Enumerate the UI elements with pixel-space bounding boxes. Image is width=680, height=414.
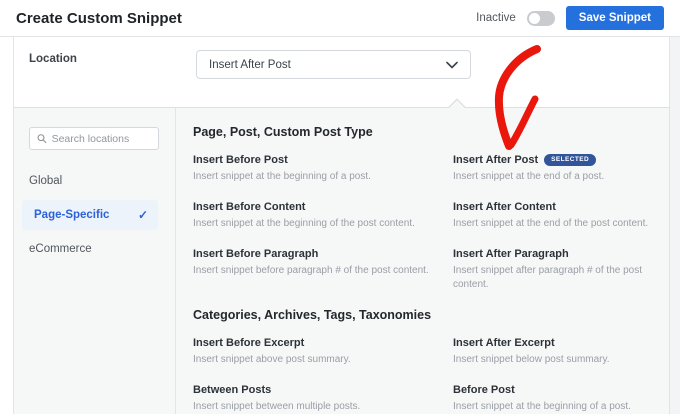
location-row: Location Insert After Post — [14, 37, 669, 107]
location-option-insert-after-post[interactable]: Insert After Post SELECTED Insert snippe… — [453, 153, 669, 184]
options-grid: Insert Before Post Insert snippet at the… — [193, 153, 669, 292]
option-description: Insert snippet before paragraph # of the… — [193, 265, 429, 276]
toggle-knob-icon — [528, 12, 540, 24]
status-toggle[interactable] — [526, 10, 555, 26]
sidebar-item-ecommerce[interactable]: eCommerce — [14, 234, 175, 264]
location-option-insert-before-content[interactable]: Insert Before Content Insert snippet at … — [193, 200, 453, 231]
sidebar-item-global[interactable]: Global — [14, 166, 175, 196]
snippet-form-panel: Location Insert After Post Search locati… — [13, 37, 670, 414]
wpcode-snippet-editor: Create Custom Snippet Inactive Save Snip… — [0, 0, 680, 414]
location-option-insert-after-content[interactable]: Insert After Content Insert snippet at t… — [453, 200, 669, 231]
option-description: Insert snippet between multiple posts. — [193, 401, 361, 412]
check-icon: ✓ — [137, 208, 148, 222]
location-option-insert-before-paragraph[interactable]: Insert Before Paragraph Insert snippet b… — [193, 247, 453, 292]
page-background — [670, 37, 680, 414]
location-select[interactable]: Insert After Post — [196, 50, 471, 79]
option-title: Insert After Content — [453, 201, 556, 213]
location-select-value: Insert After Post — [209, 58, 291, 71]
chevron-down-icon — [446, 61, 458, 68]
location-label: Location — [29, 53, 77, 65]
option-description: Insert snippet at the beginning of a pos… — [453, 401, 631, 412]
selected-badge: SELECTED — [544, 154, 597, 166]
sidebar-item-label: eCommerce — [29, 243, 92, 255]
option-description: Insert snippet above post summary. — [193, 354, 351, 365]
option-title: Insert Before Post — [193, 154, 288, 166]
sidebar-item-label: Page-Specific — [34, 209, 110, 221]
location-option-between-posts[interactable]: Between Posts Insert snippet between mul… — [193, 383, 453, 414]
page-title: Create Custom Snippet — [16, 9, 182, 27]
option-description: Insert snippet at the end of a post. — [453, 171, 605, 182]
option-description: Insert snippet below post summary. — [453, 354, 610, 365]
location-option-insert-after-paragraph[interactable]: Insert After Paragraph Insert snippet af… — [453, 247, 669, 292]
option-title: Insert After Paragraph — [453, 248, 569, 260]
location-options: Page, Post, Custom Post Type Insert Befo… — [177, 108, 669, 414]
option-title: Insert Before Paragraph — [193, 248, 319, 260]
section-heading: Categories, Archives, Tags, Taxonomies — [193, 308, 432, 322]
search-icon — [37, 134, 47, 144]
option-title: Insert Before Content — [193, 201, 306, 213]
location-picker-panel: Global Page-Specific ✓ eCommerce Page, P… — [14, 98, 669, 414]
option-description: Insert snippet at the beginning of a pos… — [193, 171, 371, 182]
option-description: Insert snippet at the beginning of the p… — [193, 218, 415, 229]
search-input[interactable] — [51, 132, 151, 145]
location-option-before-post[interactable]: Before Post Insert snippet at the beginn… — [453, 383, 669, 414]
section-page-post: Page, Post, Custom Post Type Insert Befo… — [193, 125, 669, 292]
status-label: Inactive — [476, 12, 516, 24]
location-option-insert-before-excerpt[interactable]: Insert Before Excerpt Insert snippet abo… — [193, 336, 453, 367]
location-sidebar: Global Page-Specific ✓ eCommerce — [14, 108, 176, 414]
top-bar: Create Custom Snippet Inactive Save Snip… — [0, 0, 680, 37]
option-title: Insert Before Excerpt — [193, 337, 305, 349]
section-heading: Page, Post, Custom Post Type — [193, 125, 373, 139]
search-box — [29, 127, 159, 150]
save-button[interactable]: Save Snippet — [565, 6, 664, 30]
option-description: Insert snippet at the end of the post co… — [453, 218, 649, 229]
sidebar-items: Global Page-Specific ✓ eCommerce — [14, 166, 175, 268]
sidebar-item-label: Global — [29, 175, 63, 187]
top-bar-actions: Inactive Save Snippet — [476, 6, 664, 30]
location-option-insert-after-excerpt[interactable]: Insert After Excerpt Insert snippet belo… — [453, 336, 669, 367]
sidebar-item-page-specific[interactable]: Page-Specific ✓ — [22, 200, 158, 230]
option-title: Between Posts — [193, 384, 272, 396]
location-option-insert-before-post[interactable]: Insert Before Post Insert snippet at the… — [193, 153, 453, 184]
option-title: Before Post — [453, 384, 515, 396]
section-categories-archives: Categories, Archives, Tags, Taxonomies I… — [193, 308, 669, 414]
option-title: Insert After Excerpt — [453, 337, 555, 349]
options-grid: Insert Before Excerpt Insert snippet abo… — [193, 336, 669, 414]
option-title: Insert After Post SELECTED — [453, 153, 669, 167]
option-description: Insert snippet after paragraph # of the … — [453, 265, 643, 290]
